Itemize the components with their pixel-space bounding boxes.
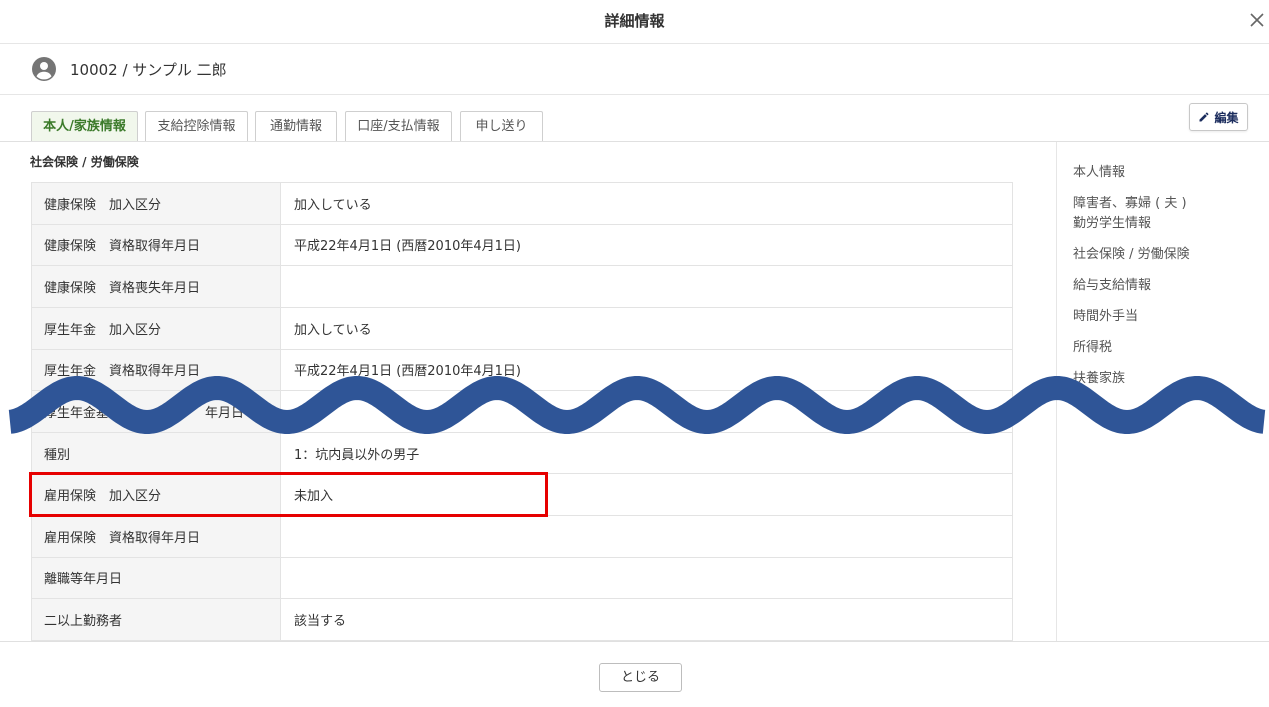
- section-nav: 本人情報 障害者、寡婦 ( 夫 ) 勤労学生情報 社会保険 / 労働保険 給与支…: [1056, 142, 1269, 641]
- row-value: 加入している: [294, 322, 372, 338]
- row-value: 未加入: [294, 489, 334, 505]
- section-nav-list: 本人情報 障害者、寡婦 ( 夫 ) 勤労学生情報 社会保険 / 労働保険 給与支…: [1073, 163, 1190, 400]
- table-row: 厚生年金 加入区分 加入している: [32, 307, 1012, 350]
- side-nav-label: 扶養家族: [1073, 371, 1126, 386]
- row-label: 健康保険 加入区分: [32, 183, 281, 224]
- row-label: 雇用保険 加入区分: [32, 474, 281, 515]
- side-nav-item-income-tax[interactable]: 所得税: [1073, 338, 1190, 358]
- side-nav-label: 時間外手当: [1073, 309, 1139, 324]
- row-label: 離職等年月日: [32, 557, 281, 599]
- row-value: [281, 266, 1012, 307]
- row-value: [281, 558, 1012, 599]
- side-nav-item-dependents[interactable]: 扶養家族: [1073, 369, 1190, 389]
- edit-button-label: 編集: [1214, 110, 1239, 125]
- row-label-start: 厚生年金基: [44, 405, 110, 421]
- employee-header: 10002 / サンプル 二郎: [0, 44, 1269, 95]
- tab-personal-family[interactable]: 本人/家族情報: [31, 111, 138, 142]
- row-value: 該当する: [294, 614, 347, 630]
- tab-handover[interactable]: 申し送り: [460, 111, 543, 142]
- table-row: 二以上勤務者 該当する: [32, 599, 1012, 641]
- side-nav-label: 所得税: [1073, 340, 1113, 355]
- side-nav-label: 本人情報: [1073, 165, 1126, 180]
- table-row: 健康保険 資格取得年月日 平成22年4月1日 (西暦2010年4月1日): [32, 224, 1012, 267]
- row-value: [281, 391, 1012, 432]
- detail-content[interactable]: 社会保険 / 労働保険 健康保険 加入区分 加入している 健康保険 資格取得年月…: [0, 142, 1056, 641]
- table-row: 厚生年金 資格取得年月日 平成22年4月1日 (西暦2010年4月1日): [32, 349, 1012, 392]
- side-nav-item-disability-widow-student[interactable]: 障害者、寡婦 ( 夫 ) 勤労学生情報: [1073, 194, 1190, 234]
- side-nav-item-overtime[interactable]: 時間外手当: [1073, 307, 1190, 327]
- side-nav-item-social-insurance[interactable]: 社会保険 / 労働保険: [1073, 245, 1190, 265]
- pencil-icon: [1199, 112, 1209, 122]
- row-value: 平成22年4月1日 (西暦2010年4月1日): [294, 239, 521, 255]
- modal-header: 詳細情報: [0, 0, 1269, 44]
- side-nav-item-salary[interactable]: 給与支給情報: [1073, 276, 1190, 296]
- side-nav-label: 勤労学生情報: [1073, 216, 1152, 231]
- row-label: 健康保険 資格取得年月日: [32, 224, 281, 266]
- social-insurance-table: 健康保険 加入区分 加入している 健康保険 資格取得年月日 平成22年4月1日 …: [31, 182, 1013, 641]
- side-nav-label: 障害者、寡婦 ( 夫 ): [1073, 196, 1187, 211]
- table-row: 健康保険 資格喪失年月日: [32, 266, 1012, 308]
- table-row: 雇用保険 加入区分 未加入: [32, 474, 1012, 516]
- row-label: 種別: [32, 432, 281, 474]
- row-label: 厚生年金 資格取得年月日: [32, 349, 281, 391]
- modal-footer: とじる: [0, 641, 1269, 707]
- tab-payment-deduction[interactable]: 支給控除情報: [145, 111, 248, 142]
- row-label: 厚生年金基 年月日: [32, 391, 281, 432]
- tab-commute[interactable]: 通勤情報: [255, 111, 337, 142]
- employee-name: 10002 / サンプル 二郎: [70, 61, 227, 79]
- tab-account-payment[interactable]: 口座/支払情報: [345, 111, 452, 142]
- row-label: 雇用保険 資格取得年月日: [32, 516, 281, 557]
- row-label: 健康保険 資格喪失年月日: [32, 266, 281, 307]
- row-value: 加入している: [294, 197, 372, 213]
- account-circle-icon: [32, 57, 56, 81]
- row-label: 厚生年金 加入区分: [32, 307, 281, 349]
- table-row: 厚生年金基 年月日: [32, 391, 1012, 433]
- table-row: 健康保険 加入区分 加入している: [32, 183, 1012, 225]
- table-row: 離職等年月日: [32, 557, 1012, 600]
- close-icon[interactable]: [1250, 13, 1264, 27]
- section-title: 社会保険 / 労働保険: [30, 155, 139, 169]
- modal-title: 詳細情報: [604, 12, 665, 30]
- edit-button[interactable]: 編集: [1189, 103, 1248, 131]
- row-value: 1：坑内員以外の男子: [294, 447, 420, 463]
- table-row: 雇用保険 資格取得年月日: [32, 516, 1012, 558]
- close-button[interactable]: とじる: [599, 663, 682, 692]
- side-nav-item-personal[interactable]: 本人情報: [1073, 163, 1190, 183]
- table-row: 種別 1：坑内員以外の男子: [32, 432, 1012, 475]
- side-nav-label: 給与支給情報: [1073, 278, 1152, 293]
- row-value: 平成22年4月1日 (西暦2010年4月1日): [294, 364, 521, 380]
- row-label-tail: 年月日: [205, 405, 245, 421]
- side-nav-label: 社会保険 / 労働保険: [1073, 247, 1190, 262]
- row-value: [281, 516, 1012, 557]
- row-label: 二以上勤務者: [32, 599, 281, 640]
